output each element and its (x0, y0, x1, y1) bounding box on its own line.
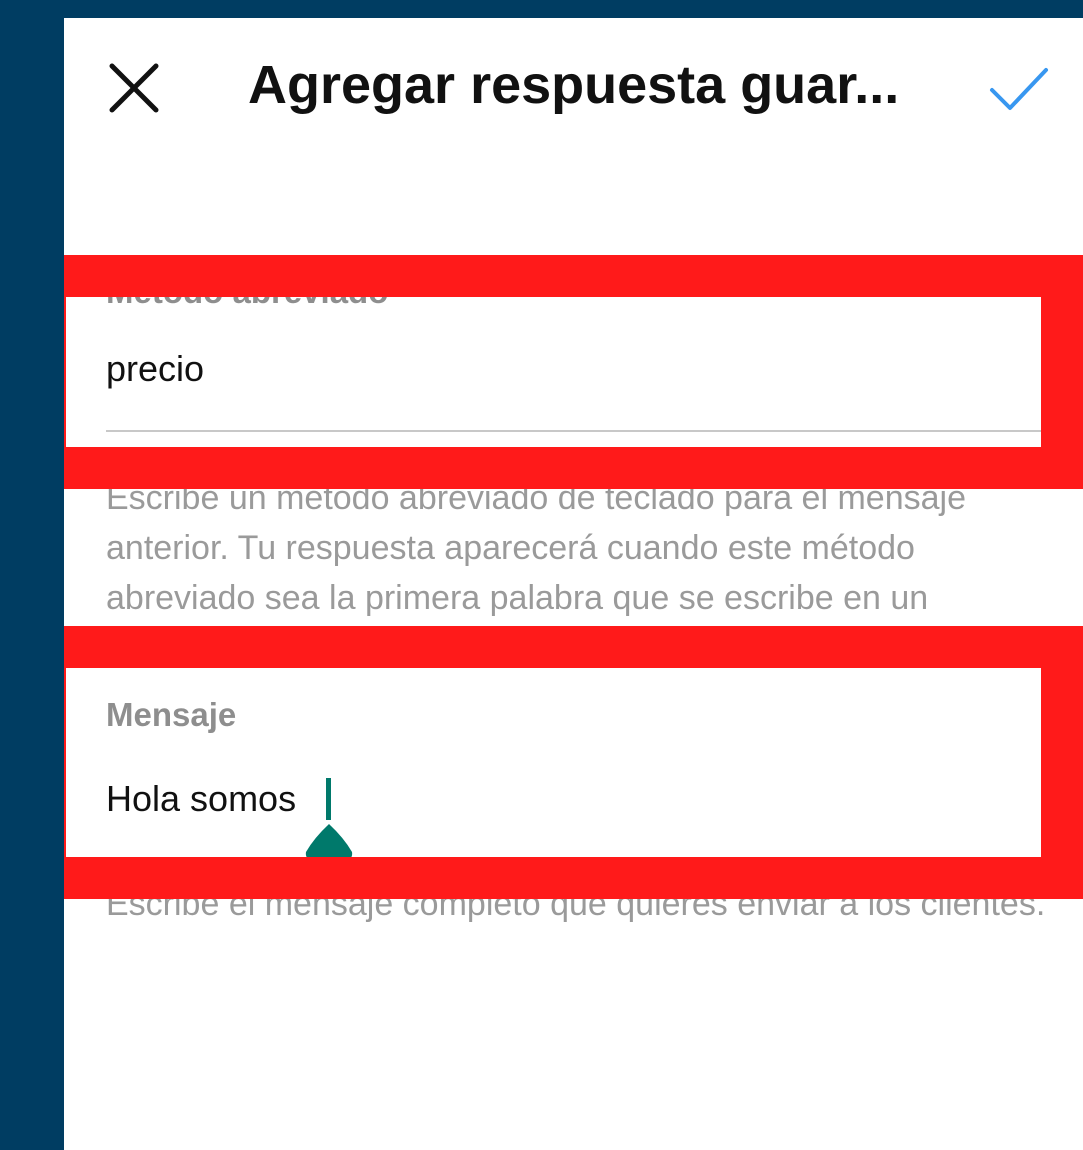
close-icon (109, 63, 159, 113)
close-button[interactable] (104, 58, 164, 118)
page-title: Agregar respuesta guar... (248, 55, 900, 115)
confirm-button[interactable] (984, 58, 1054, 118)
shortcut-input[interactable] (106, 348, 1072, 390)
cursor-handle-icon[interactable] (304, 824, 354, 864)
text-cursor (326, 778, 331, 820)
app-screen: Agregar respuesta guar... Método abrevia… (64, 18, 1083, 1150)
shortcut-helper-text: Escribe un método abreviado de teclado p… (106, 479, 966, 667)
message-label: Mensaje (106, 696, 237, 733)
message-helper-text: Escribe el mensaje completo que quieres … (106, 885, 1046, 923)
top-bar: Agregar respuesta guar... (64, 18, 1083, 158)
shortcut-underline (106, 430, 1083, 432)
checkmark-icon (990, 68, 1048, 110)
message-input[interactable] (106, 778, 316, 820)
shortcut-label: Método abreviado (106, 273, 389, 310)
